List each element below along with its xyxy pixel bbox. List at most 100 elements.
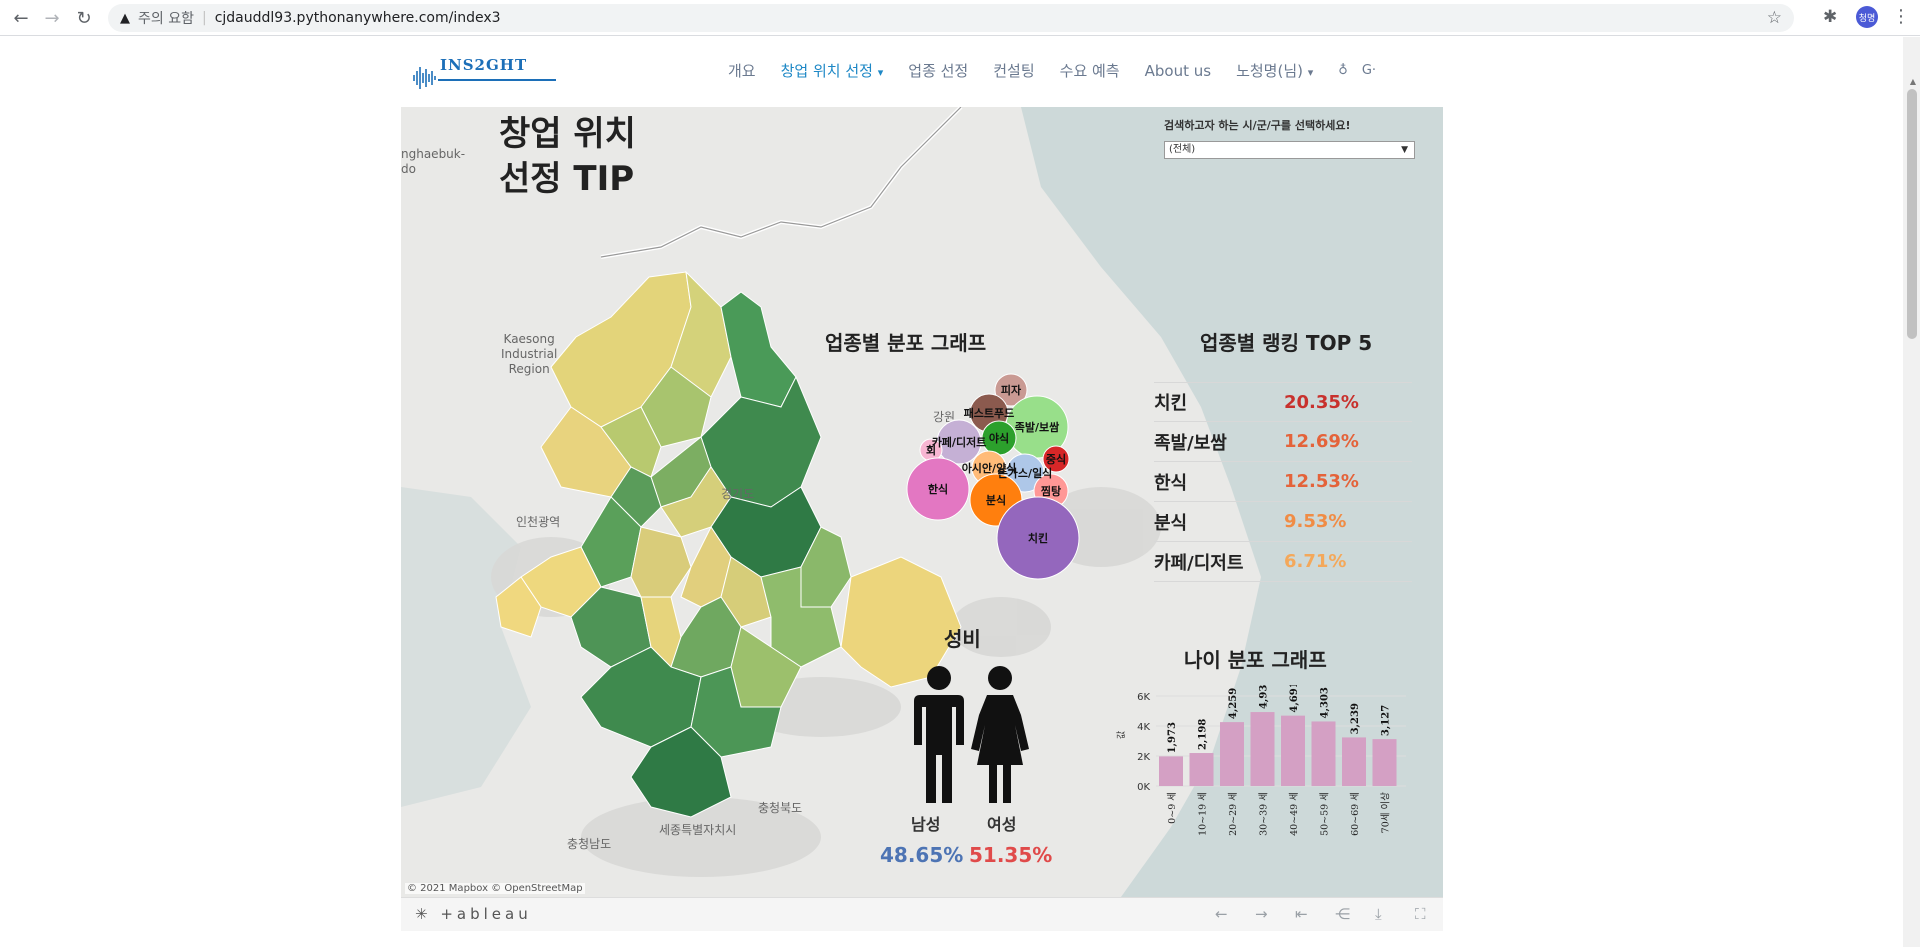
age-bar[interactable] <box>1311 721 1336 786</box>
x-category-label: 50~59 세 <box>1320 792 1331 836</box>
security-label[interactable]: 주의 요함 <box>138 8 194 28</box>
profile-avatar[interactable]: 청명 <box>1856 6 1878 28</box>
rank-name: 치킨 <box>1154 393 1188 414</box>
logo-text: INS2GHT <box>440 56 528 74</box>
nav-demand-forecast[interactable]: 수요 예측 <box>1060 60 1120 81</box>
tableau-cross-icon: ✳ <box>415 905 432 923</box>
map-credits[interactable]: © 2021 Mapbox © OpenStreetMap <box>405 883 585 894</box>
redo-icon[interactable]: → <box>1255 905 1268 923</box>
title-line-1: 창업 위치 <box>499 114 636 154</box>
age-bar[interactable] <box>1159 756 1183 786</box>
map-label-kaesong: Kaesong Industrial Region <box>501 332 558 376</box>
soundwave-logo-icon <box>413 67 436 89</box>
scroll-up-arrow-icon[interactable]: ▲ <box>1910 77 1916 86</box>
age-bar[interactable] <box>1189 753 1214 786</box>
nav-consulting[interactable]: 컨설팅 <box>993 60 1034 81</box>
y-tick-label: 6K <box>1137 692 1150 703</box>
map-label-chungnam: 충청남도 <box>567 837 612 851</box>
ranking-row[interactable]: 족발/보쌈 12.69% <box>1154 422 1412 462</box>
x-category-label: 30~39 세 <box>1259 792 1270 836</box>
x-category-label: 20~29 세 <box>1228 792 1239 836</box>
share-icon[interactable]: ⋲ <box>1335 905 1350 923</box>
age-bar[interactable] <box>1250 712 1275 786</box>
nav-user-menu[interactable]: 노청명(님) ▾ <box>1236 60 1313 81</box>
reload-icon[interactable]: ↻ <box>73 7 95 29</box>
back-arrow-icon[interactable]: ← <box>10 7 32 29</box>
rank-name: 카페/디저트 <box>1154 552 1244 574</box>
chevron-down-icon: ▾ <box>1307 66 1314 79</box>
y-tick-label: 4K <box>1137 722 1150 733</box>
tableau-dashboard: 창업 위치 선정 TIP 검색하고자 하는 시/군/구를 선택하세요! (전체)… <box>401 107 1443 897</box>
tableau-logo[interactable]: ✳ +ableau <box>415 905 532 923</box>
user-name-label: 노청명(님) <box>1236 62 1303 80</box>
title-line-2: 선정 TIP <box>499 159 635 199</box>
bubble-label: 한식 <box>928 482 948 496</box>
url-text[interactable]: cjdauddl93.pythonanywhere.com/index3 <box>215 10 501 26</box>
y-tick-label: 2K <box>1137 752 1150 763</box>
chevron-down-icon: ▾ <box>877 66 884 79</box>
revert-icon[interactable]: ⇤ <box>1295 905 1308 923</box>
bubble-label: 패스트푸드 <box>964 406 1015 420</box>
address-bar[interactable]: ▲ 주의 요함 | cjdauddl93.pythonanywhere.com/… <box>108 4 1794 32</box>
female-label: 여성 <box>987 815 1017 834</box>
ranking-title: 업종별 랭킹 TOP 5 <box>1200 331 1373 355</box>
bar-data-label: 4,930 <box>1259 685 1270 709</box>
undo-icon[interactable]: ← <box>1215 905 1228 923</box>
male-label: 남성 <box>911 815 941 834</box>
age-bar[interactable] <box>1372 739 1397 786</box>
forward-arrow-icon[interactable]: → <box>41 7 63 29</box>
google-plus-icon[interactable]: G· <box>1362 63 1376 78</box>
nav-industry-selection[interactable]: 업종 선정 <box>908 60 968 81</box>
bubble-label: 분식 <box>986 493 1006 507</box>
ranking-table: 치킨 20.35% 족발/보쌈 12.69% 한식 12.53% 분식 9.53% 카페… <box>1154 382 1412 582</box>
age-bar[interactable] <box>1342 737 1366 786</box>
map-label-north: nghaebuk- do <box>401 147 465 177</box>
gender-title: 성비 <box>944 627 981 651</box>
x-category-label: 70세 이상 <box>1381 792 1392 834</box>
age-chart-title: 나이 분포 그래프 <box>1184 648 1327 672</box>
map-label-sejong: 세종특별자치시 <box>659 823 737 837</box>
page-scrollbar[interactable]: ▲ <box>1903 37 1920 947</box>
warning-icon[interactable]: ▲ <box>120 11 130 26</box>
logo-underline <box>438 79 556 81</box>
download-icon[interactable]: ⤓ <box>1375 905 1382 923</box>
nav-location-selection[interactable]: 창업 위치 선정 ▾ <box>781 60 884 81</box>
extensions-puzzle-icon[interactable]: ✱ <box>1823 7 1837 27</box>
ranking-row[interactable]: 카페/디저트 6.71% <box>1154 542 1412 582</box>
bubble-chart[interactable]: 피자패스트푸드족발/보쌈카페/디저트 야식회중식아시안/양식돈가스/일식한식분식찜… <box>891 360 1111 600</box>
ranking-row[interactable]: 치킨 20.35% <box>1154 382 1412 422</box>
github-icon[interactable]: ♁ <box>1338 63 1348 78</box>
age-bar-chart[interactable]: 0K 2K 4K 6K 값 1,973 0~9 세 2,198 10~19 세 4,259 20~2… <box>1116 685 1406 885</box>
region-select-label: 검색하고자 하는 시/군/구를 선택하세요! <box>1164 119 1351 132</box>
rank-pct: 9.53% <box>1284 511 1347 532</box>
site-logo[interactable]: INS2GHT <box>412 56 562 90</box>
browser-menu-icon[interactable]: ⋮ <box>1892 6 1910 27</box>
age-bar[interactable] <box>1220 722 1244 786</box>
nav-about-us[interactable]: About us <box>1145 62 1211 80</box>
region-select-value: (전체) <box>1169 144 1196 155</box>
dashboard-title: 창업 위치 선정 TIP <box>499 112 636 202</box>
bar-data-label: 1,973 <box>1167 722 1178 753</box>
tableau-toolbar: ✳ +ableau ← → ⇤ ⋲ ⤓ ⛶ <box>401 897 1443 931</box>
rank-pct: 12.53% <box>1284 471 1359 492</box>
ranking-row[interactable]: 분식 9.53% <box>1154 502 1412 542</box>
nav-overview[interactable]: 개요 <box>728 60 756 81</box>
map-label-chungbuk: 충청북도 <box>758 801 803 815</box>
bookmark-star-icon[interactable]: ☆ <box>1767 8 1782 28</box>
map-label-gyeonggi: 경기도 <box>721 487 755 501</box>
age-bar[interactable] <box>1281 715 1305 786</box>
rank-name: 족발/보쌈 <box>1154 432 1227 454</box>
scroll-thumb[interactable] <box>1907 89 1917 339</box>
ranking-row[interactable]: 한식 12.53% <box>1154 462 1412 502</box>
fullscreen-icon[interactable]: ⛶ <box>1415 905 1426 923</box>
region-select-dropdown[interactable]: (전체) ▼ <box>1164 141 1415 159</box>
rank-pct: 20.35% <box>1284 391 1359 413</box>
y-axis-label: 값 <box>1116 731 1127 739</box>
map-label-incheon: 인천광역 <box>516 515 561 529</box>
female-figure-icon <box>971 666 1029 803</box>
rank-name: 분식 <box>1154 512 1188 534</box>
address-separator: | <box>201 10 207 26</box>
bubble-label: 회 <box>926 443 936 457</box>
bar-data-label: 4,303 <box>1320 687 1331 718</box>
bar-data-label: 2,198 <box>1198 719 1209 750</box>
